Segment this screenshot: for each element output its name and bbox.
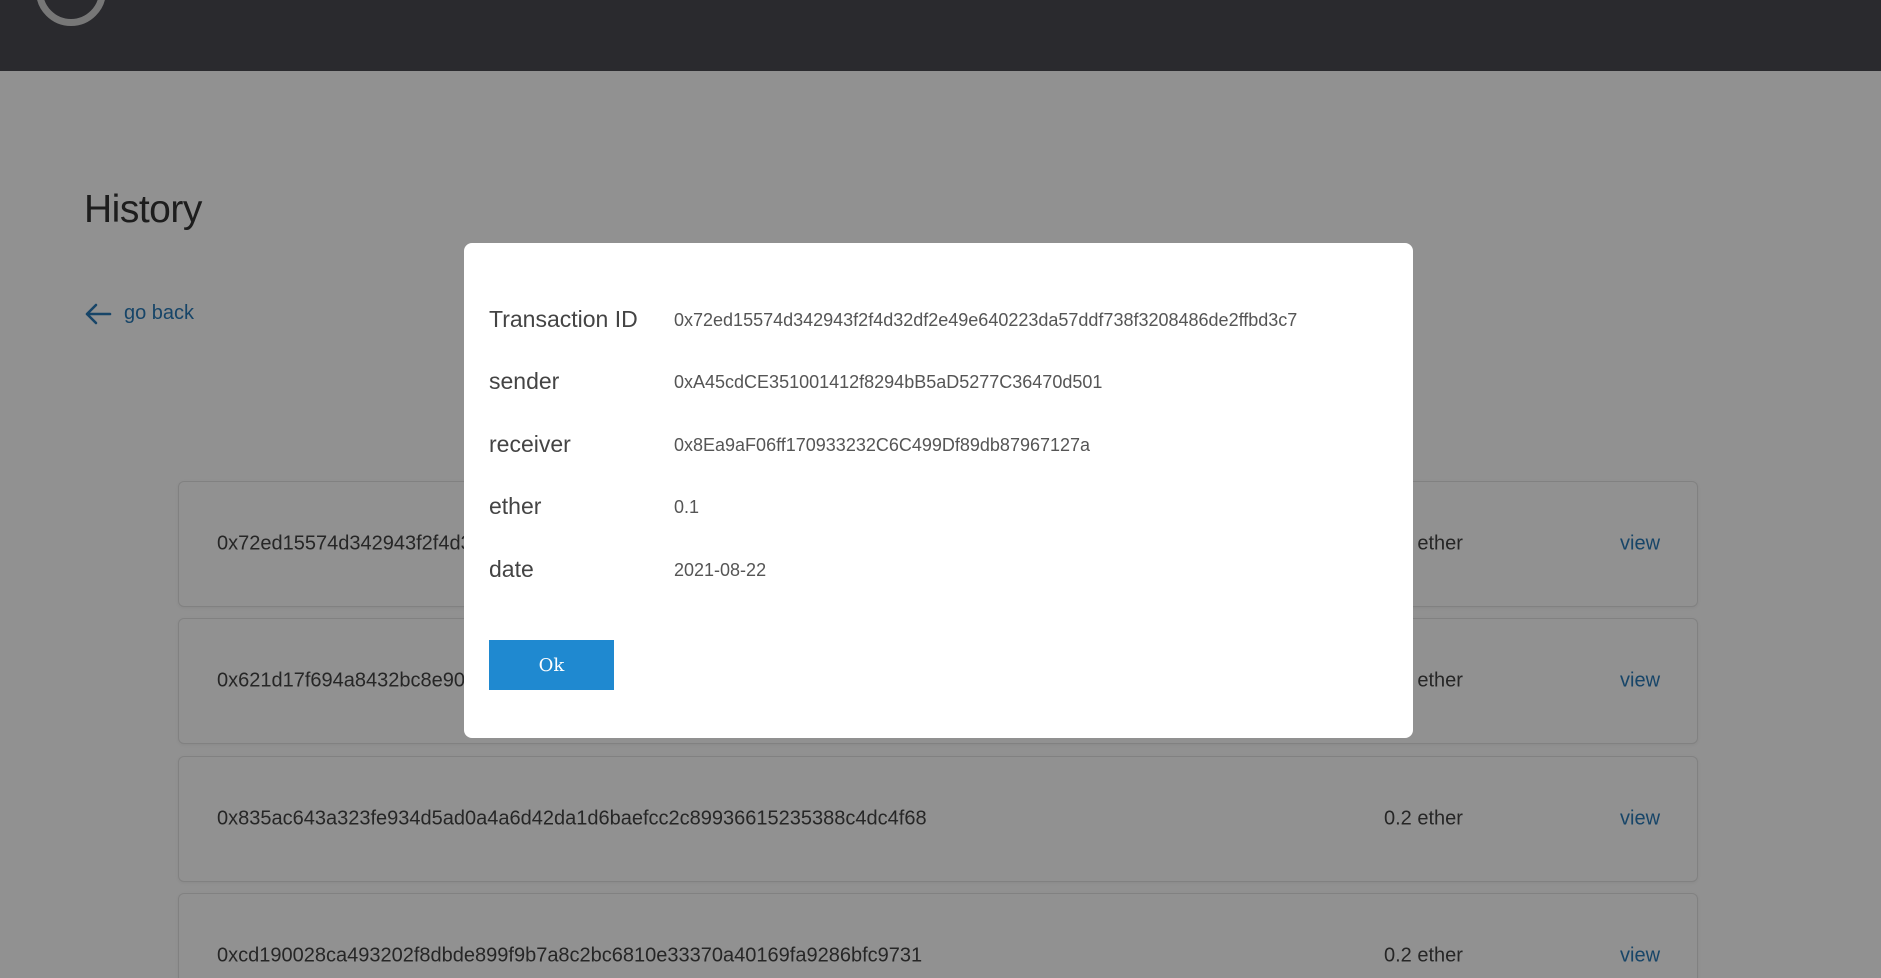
date-field: date 2021-08-22: [489, 556, 1389, 586]
field-value: 2021-08-22: [674, 560, 767, 580]
field-label: Transaction ID: [489, 306, 638, 332]
field-label: receiver: [489, 431, 571, 457]
field-label: sender: [489, 368, 560, 394]
receiver-field: receiver 0x8Ea9aF06ff170933232C6C499Df89…: [489, 431, 1389, 461]
field-value: 0x8Ea9aF06ff170933232C6C499Df89db8796712…: [674, 435, 1091, 455]
history-page: History go back 0x72ed15574d342943f2f4d3…: [0, 0, 1881, 978]
transaction-id-field: Transaction ID 0x72ed15574d342943f2f4d32…: [489, 306, 1389, 336]
field-label: ether: [489, 493, 542, 519]
field-value: 0.1: [674, 497, 700, 517]
ok-button[interactable]: Ok: [489, 640, 614, 690]
field-value: 0xA45cdCE351001412f8294bB5aD5277C36470d5…: [674, 372, 1103, 392]
ether-field: ether 0.1: [489, 493, 1389, 523]
sender-field: sender 0xA45cdCE351001412f8294bB5aD5277C…: [489, 368, 1389, 398]
transaction-details-modal: Transaction ID 0x72ed15574d342943f2f4d32…: [464, 243, 1413, 738]
field-label: date: [489, 556, 534, 582]
field-value: 0x72ed15574d342943f2f4d32df2e49e640223da…: [674, 310, 1298, 330]
